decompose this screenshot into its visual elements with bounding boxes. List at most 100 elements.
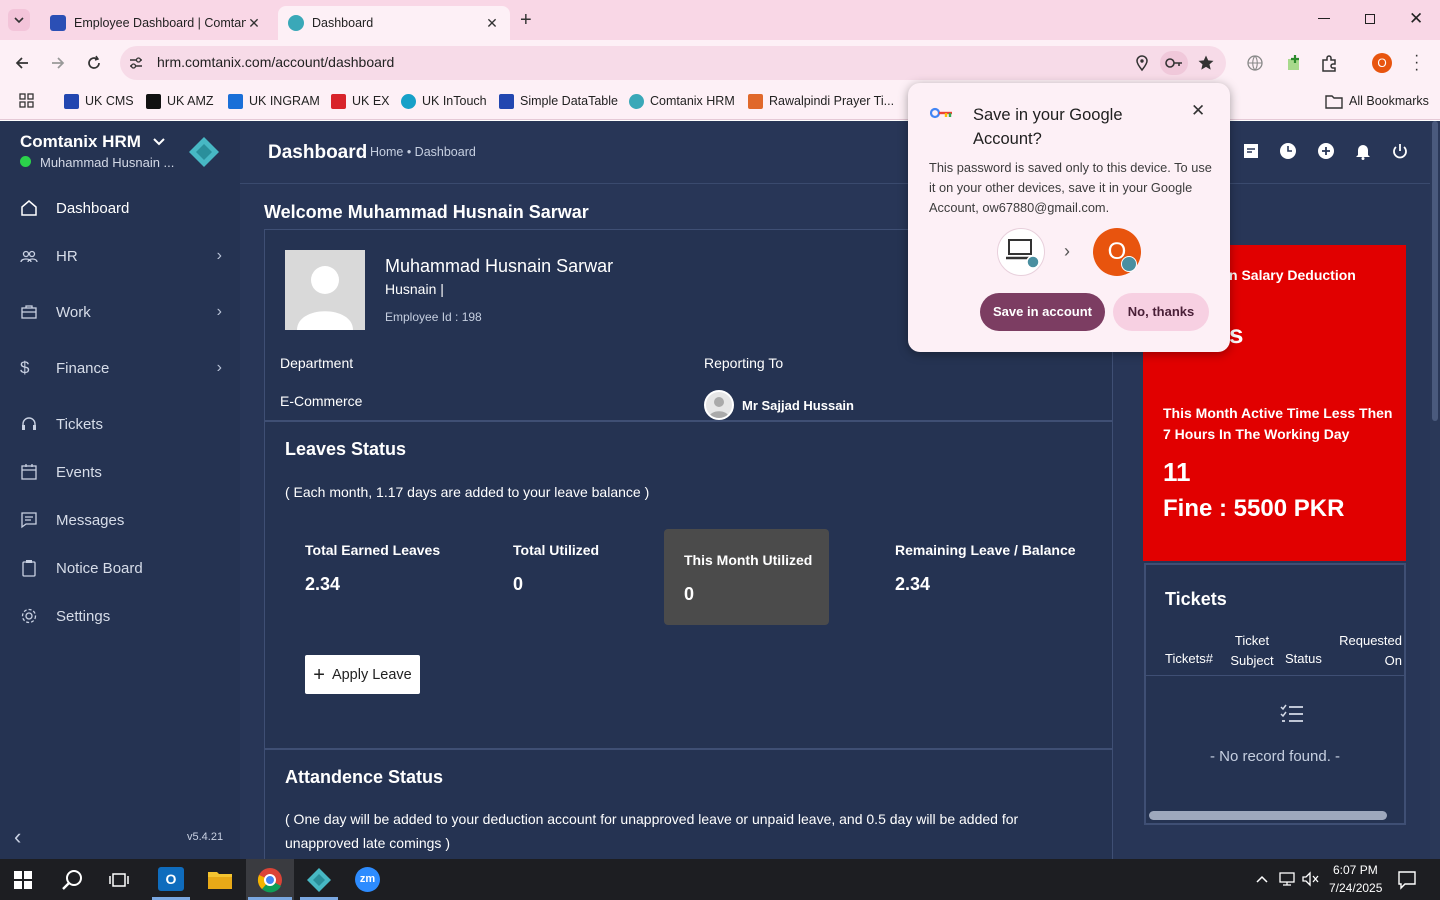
new-tab-button[interactable]: + bbox=[520, 9, 532, 32]
page-scrollbar[interactable] bbox=[1430, 121, 1440, 859]
page-scrollbar-thumb[interactable] bbox=[1432, 121, 1438, 421]
no-thanks-button[interactable]: No, thanks bbox=[1113, 293, 1209, 331]
message-icon bbox=[21, 512, 37, 529]
bookmark-comtanix-hrm[interactable]: Comtanix HRM bbox=[629, 92, 735, 110]
extensions-icon[interactable] bbox=[1319, 53, 1339, 73]
all-bookmarks[interactable]: All Bookmarks bbox=[1325, 92, 1429, 110]
sidebar-item-work[interactable]: Work › bbox=[0, 288, 240, 336]
bookmark-uk-ex[interactable]: UK EX bbox=[331, 92, 390, 110]
bookmark-uk-cms[interactable]: UK CMS bbox=[64, 92, 134, 110]
speaker-muted-icon[interactable] bbox=[1301, 871, 1319, 887]
laptop-icon bbox=[1006, 239, 1040, 269]
stat-label: Remaining Leave / Balance bbox=[895, 542, 1076, 558]
windows-taskbar: O zm 6:07 PM 7/24/2025 bbox=[0, 859, 1440, 900]
collapse-sidebar-icon[interactable]: ‹ bbox=[14, 824, 21, 850]
bookmark-uk-intouch[interactable]: UK InTouch bbox=[401, 92, 487, 110]
restore-window-button[interactable] bbox=[1365, 14, 1375, 24]
clock-icon[interactable] bbox=[1279, 142, 1297, 160]
sidebar-item-dashboard[interactable]: Dashboard bbox=[0, 184, 240, 232]
close-tab-icon[interactable]: ✕ bbox=[484, 15, 500, 32]
tab-search-button[interactable] bbox=[8, 9, 30, 31]
clock-date[interactable]: 7/24/2025 bbox=[1329, 881, 1382, 895]
file-explorer-icon[interactable] bbox=[207, 868, 233, 890]
users-icon bbox=[20, 250, 38, 263]
bookmark-simple-datatable[interactable]: Simple DataTable bbox=[499, 92, 618, 110]
close-tab-icon[interactable]: ✕ bbox=[246, 15, 262, 32]
profile-avatar[interactable]: O bbox=[1372, 53, 1392, 73]
notes-icon[interactable] bbox=[1242, 142, 1260, 160]
bookmark-label: UK AMZ bbox=[167, 94, 214, 108]
apply-leave-button[interactable]: + Apply Leave bbox=[305, 655, 420, 694]
chevron-up-icon[interactable] bbox=[1255, 873, 1269, 885]
sidebar-item-label: Dashboard bbox=[56, 199, 130, 217]
breadcrumb[interactable]: Home • Dashboard bbox=[370, 145, 476, 159]
browser-tab-dashboard[interactable]: Dashboard ✕ bbox=[278, 6, 510, 40]
browser-menu-icon[interactable]: · · · bbox=[1414, 48, 1420, 78]
forward-arrow-icon[interactable] bbox=[48, 53, 68, 73]
task-view-icon[interactable] bbox=[109, 870, 129, 890]
favicon-icon bbox=[50, 15, 66, 31]
back-arrow-icon[interactable] bbox=[12, 53, 32, 73]
notifications-icon[interactable] bbox=[1397, 870, 1417, 890]
sidebar-item-tickets[interactable]: Tickets bbox=[0, 400, 240, 448]
intouch-icon bbox=[401, 93, 416, 109]
comtanix-app-icon[interactable] bbox=[306, 867, 332, 893]
briefcase-icon bbox=[21, 305, 37, 319]
bookmark-uk-ingram[interactable]: UK INGRAM bbox=[228, 92, 320, 110]
browser-tab-employee-dashboard[interactable]: Employee Dashboard | Comtanix ✕ bbox=[40, 6, 272, 40]
close-window-button[interactable]: ✕ bbox=[1409, 9, 1423, 29]
arrow-right-icon: › bbox=[1064, 241, 1070, 261]
google-key-icon bbox=[930, 107, 952, 119]
bookmark-star-icon[interactable] bbox=[1197, 54, 1215, 72]
apps-grid-icon[interactable] bbox=[18, 92, 36, 110]
windows-start-icon[interactable] bbox=[14, 871, 32, 889]
prayer-icon bbox=[748, 93, 763, 109]
power-icon[interactable] bbox=[1391, 142, 1409, 160]
search-icon[interactable] bbox=[61, 869, 83, 891]
translate-globe-icon[interactable] bbox=[1246, 54, 1264, 72]
employee-name: Muhammad Husnain Sarwar bbox=[385, 256, 614, 276]
current-user-name: Muhammad Husnain ... bbox=[40, 155, 175, 170]
add-circle-icon[interactable] bbox=[1317, 142, 1335, 160]
save-in-account-button[interactable]: Save in account bbox=[980, 293, 1105, 331]
welcome-heading: Welcome Muhammad Husnain Sarwar bbox=[264, 202, 589, 222]
stat-label: Total Earned Leaves bbox=[305, 542, 441, 558]
close-popup-icon[interactable]: ✕ bbox=[1191, 101, 1205, 121]
chrome-icon[interactable] bbox=[257, 867, 283, 893]
password-key-button[interactable] bbox=[1160, 51, 1188, 75]
page-title: Dashboard bbox=[268, 142, 368, 163]
list-check-icon bbox=[1280, 704, 1303, 722]
favicon-icon bbox=[288, 15, 304, 31]
late-count: 11 bbox=[1163, 457, 1191, 487]
chevron-right-icon: › bbox=[216, 247, 222, 264]
ingram-icon bbox=[228, 93, 243, 109]
online-status-dot bbox=[20, 156, 31, 167]
sidebar-item-hr[interactable]: HR › bbox=[0, 232, 240, 280]
location-pin-icon[interactable] bbox=[1133, 54, 1151, 72]
sidebar-item-finance[interactable]: $ Finance › bbox=[0, 344, 240, 392]
reload-icon[interactable] bbox=[84, 53, 104, 73]
bookmark-label: Rawalpindi Prayer Ti... bbox=[769, 94, 895, 108]
column-header: Requested On bbox=[1339, 633, 1402, 668]
bookmark-rawalpindi-prayer[interactable]: Rawalpindi Prayer Ti... bbox=[748, 92, 894, 110]
brand-name[interactable]: Comtanix HRM bbox=[20, 132, 169, 152]
site-settings-icon[interactable] bbox=[127, 54, 145, 72]
clock-time[interactable]: 6:07 PM bbox=[1333, 863, 1378, 877]
column-header: Status bbox=[1285, 651, 1322, 666]
chevron-right-icon: › bbox=[216, 303, 222, 320]
header-divider bbox=[240, 183, 1435, 184]
zoom-taskbar-icon[interactable]: zm bbox=[355, 867, 380, 892]
bookmark-uk-amz[interactable]: UK AMZ bbox=[146, 92, 214, 110]
bell-icon[interactable] bbox=[1354, 142, 1372, 160]
outlook-taskbar-icon[interactable]: O bbox=[158, 867, 184, 891]
sidebar-item-settings[interactable]: Settings bbox=[0, 592, 240, 640]
sidebar-item-label: Events bbox=[56, 463, 102, 481]
minimize-window-button[interactable] bbox=[1318, 18, 1330, 19]
sidebar-item-notice-board[interactable]: Notice Board bbox=[0, 544, 240, 592]
sidebar-item-events[interactable]: Events bbox=[0, 448, 240, 496]
tickets-scrollbar[interactable] bbox=[1149, 811, 1387, 820]
sidebar-item-messages[interactable]: Messages bbox=[0, 496, 240, 544]
extension-puzzle-green-icon[interactable] bbox=[1285, 53, 1305, 73]
network-icon[interactable] bbox=[1278, 871, 1296, 887]
person-placeholder-icon bbox=[297, 266, 353, 330]
